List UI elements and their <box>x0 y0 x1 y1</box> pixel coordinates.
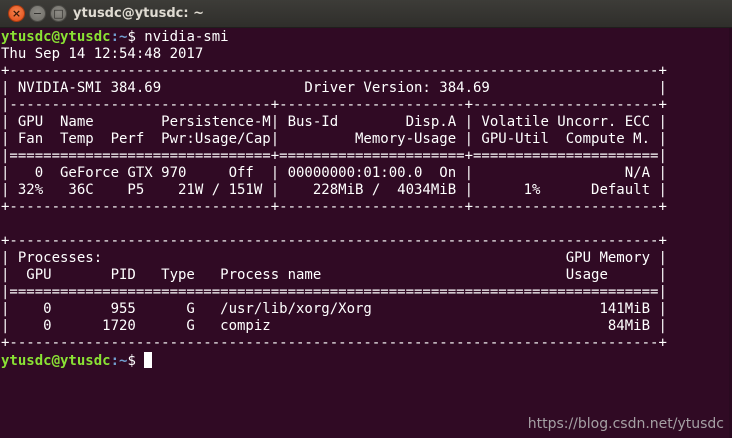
active-prompt-line[interactable]: ytusdc@ytusdc:~$ <box>1 352 729 369</box>
output-line: +---------------------------------------… <box>1 233 667 249</box>
watermark: https://blog.csdn.net/ytusdc <box>527 416 724 432</box>
output-line: | NVIDIA-SMI 384.69 Driver Version: 384.… <box>1 80 667 96</box>
command-text: nvidia-smi <box>144 29 229 45</box>
output-line: | 0 1720 G compiz 84MiB | <box>1 318 667 334</box>
close-icon[interactable]: × <box>8 5 25 22</box>
prompt-path: :~ <box>110 353 128 369</box>
title-bar[interactable]: × − □ ytusdc@ytusdc: ~ <box>0 0 732 28</box>
output-line: | GPU Name Persistence-M| Bus-Id Disp.A … <box>1 114 667 130</box>
prompt-path: :~ <box>110 29 128 45</box>
window-controls: × − □ <box>8 5 67 22</box>
terminal-window: × − □ ytusdc@ytusdc: ~ ytusdc@ytusdc:~$ … <box>0 0 732 438</box>
output-line: | Processes: GPU Memory | <box>1 250 667 266</box>
output-line: |=======================================… <box>1 284 667 300</box>
output-line: | Fan Temp Perf Pwr:Usage/Cap| Memory-Us… <box>1 131 667 147</box>
window-title: ytusdc@ytusdc: ~ <box>73 6 205 21</box>
prompt-symbol: $ <box>127 353 145 369</box>
minimize-icon[interactable]: − <box>29 5 46 22</box>
maximize-icon[interactable]: □ <box>50 5 67 22</box>
command-output: Thu Sep 14 12:54:48 2017 +---------------… <box>1 46 729 352</box>
output-line: | GPU PID Type Process name Usage | <box>1 267 667 283</box>
prompt-symbol: $ <box>127 29 145 45</box>
output-line: | 0 GeForce GTX 970 Off | 00000000:01:00… <box>1 165 667 181</box>
output-line: +---------------------------------------… <box>1 63 667 79</box>
output-line: +---------------------------------------… <box>1 335 667 351</box>
output-line: |===============================+=======… <box>1 148 667 164</box>
output-line: +-------------------------------+-------… <box>1 199 667 215</box>
prompt-user-host: ytusdc@ytusdc <box>1 29 111 45</box>
output-line: Thu Sep 14 12:54:48 2017 <box>1 46 204 62</box>
command-line: ytusdc@ytusdc:~$ nvidia-smi <box>1 29 729 46</box>
output-line: | 0 955 G /usr/lib/xorg/Xorg 141MiB | <box>1 301 667 317</box>
output-line: |-------------------------------+-------… <box>1 97 667 113</box>
prompt-user-host: ytusdc@ytusdc <box>1 353 111 369</box>
terminal-content[interactable]: ytusdc@ytusdc:~$ nvidia-smi Thu Sep 14 1… <box>1 28 729 438</box>
output-line: | 32% 36C P5 21W / 151W | 228MiB / 4034M… <box>1 182 667 198</box>
text-cursor <box>144 352 153 368</box>
